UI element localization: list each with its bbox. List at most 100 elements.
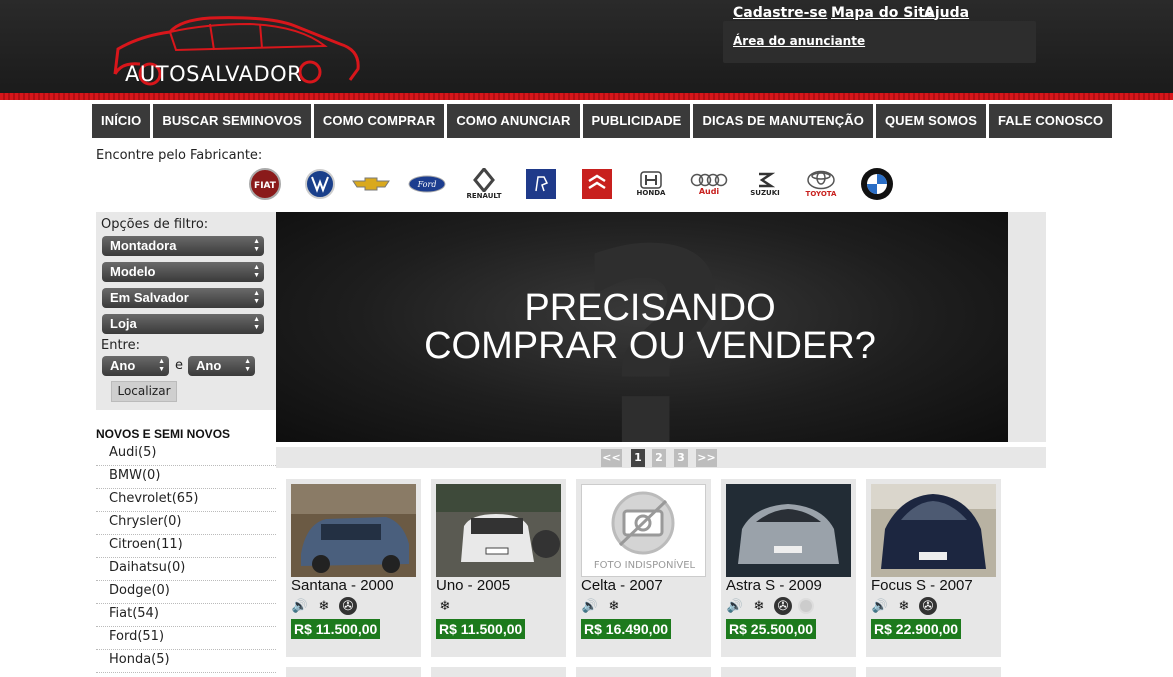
- car-photo-placeholder[interactable]: FOTO INDISPONÍVEL: [581, 484, 706, 577]
- brand-toyota-icon[interactable]: TOYOTA: [802, 166, 840, 202]
- brand-chevrolet-icon[interactable]: [352, 166, 390, 202]
- sitemap-link[interactable]: Mapa do Site: [831, 5, 934, 21]
- brand-fiat-label: FIAT: [254, 181, 277, 191]
- car-title[interactable]: Santana - 2000: [291, 577, 394, 594]
- steering-icon: ✇: [339, 597, 357, 615]
- logo-text[interactable]: AUTOSALVADOR: [125, 62, 302, 86]
- category-item[interactable]: Daihatsu(0): [96, 558, 276, 581]
- brands-label: Encontre pelo Fabricante:: [96, 148, 263, 163]
- brand-bmw-icon[interactable]: [858, 166, 896, 202]
- brand-fiat-icon[interactable]: FIAT: [246, 166, 284, 202]
- brand-ford-icon[interactable]: Ford: [408, 166, 446, 202]
- pager-prev-button[interactable]: <<: [601, 449, 622, 467]
- advertiser-box: Área do anunciante: [723, 21, 1036, 63]
- car-card[interactable]: Santana - 2000 🔊 ❄ ✇ R$ 11.500,00: [286, 479, 421, 657]
- pager-page-3[interactable]: 3: [674, 449, 688, 467]
- ac-icon: ❄: [439, 598, 451, 614]
- main-nav: INÍCIO BUSCAR SEMINOVOS COMO COMPRAR COM…: [92, 104, 1113, 138]
- car-title[interactable]: Uno - 2005: [436, 577, 510, 594]
- pager-page-2[interactable]: 2: [652, 449, 666, 467]
- store-select[interactable]: Loja ▲ ▼: [102, 314, 264, 334]
- car-photo[interactable]: [726, 484, 851, 577]
- car-photo[interactable]: [871, 484, 996, 577]
- category-item[interactable]: Chrysler(0): [96, 512, 276, 535]
- model-select-value: Modelo: [110, 264, 156, 279]
- car-card-next-row[interactable]: [721, 667, 856, 677]
- banner-line-2: COMPRAR OU VENDER?: [424, 325, 876, 367]
- register-link[interactable]: Cadastre-se: [733, 5, 827, 21]
- brand-vw-icon[interactable]: [301, 166, 339, 202]
- advertiser-area-link[interactable]: Área do anunciante: [733, 34, 865, 48]
- nav-como-anunciar[interactable]: COMO ANUNCIAR: [447, 104, 580, 138]
- search-button[interactable]: Localizar: [111, 381, 177, 402]
- ac-icon: ❄: [753, 598, 765, 614]
- category-item[interactable]: Chevrolet(65): [96, 489, 276, 512]
- sound-icon: 🔊: [871, 598, 889, 614]
- car-title[interactable]: Astra S - 2009: [726, 577, 822, 594]
- ac-icon: ❄: [318, 598, 330, 614]
- car-photo[interactable]: [436, 484, 561, 577]
- hero-banner[interactable]: ? PRECISANDO COMPRAR OU VENDER?: [276, 212, 1008, 442]
- steering-icon: ✇: [919, 597, 937, 615]
- car-price: R$ 11.500,00: [291, 619, 381, 639]
- category-item[interactable]: Fiat(54): [96, 604, 276, 627]
- nav-buscar-seminovos[interactable]: BUSCAR SEMINOVOS: [153, 104, 311, 138]
- year-to-value: Ano: [196, 358, 222, 373]
- nav-publicidade[interactable]: PUBLICIDADE: [582, 104, 691, 138]
- pager-next-button[interactable]: >>: [696, 449, 717, 467]
- brand-ford-label: Ford: [417, 180, 437, 189]
- category-item[interactable]: BMW(0): [96, 466, 276, 489]
- nav-quem-somos[interactable]: QUEM SOMOS: [875, 104, 986, 138]
- car-card[interactable]: Astra S - 2009 🔊 ❄ ✇ R$ 25.500,00: [721, 479, 856, 657]
- help-link[interactable]: Ajuda: [924, 5, 969, 21]
- city-select[interactable]: Em Salvador ▲ ▼: [102, 288, 264, 308]
- brand-renault-icon[interactable]: RENAULT: [465, 166, 503, 202]
- car-card-next-row[interactable]: [431, 667, 566, 677]
- select-arrows-icon: ▲ ▼: [253, 264, 260, 279]
- nav-fale-conosco[interactable]: FALE CONOSCO: [988, 104, 1113, 138]
- category-item[interactable]: Dodge(0): [96, 581, 276, 604]
- car-card-next-row[interactable]: [866, 667, 1001, 677]
- brand-citroen-icon[interactable]: [578, 166, 616, 202]
- car-price: R$ 16.490,00: [581, 619, 672, 639]
- year-from-select[interactable]: Ano ▲ ▼: [102, 356, 169, 376]
- make-select[interactable]: Montadora ▲ ▼: [102, 236, 264, 256]
- car-title[interactable]: Celta - 2007: [581, 577, 663, 594]
- brand-category-list: Audi(5) BMW(0) Chevrolet(65) Chrysler(0)…: [96, 443, 276, 673]
- nav-inicio[interactable]: INÍCIO: [92, 104, 151, 138]
- car-price: R$ 25.500,00: [726, 619, 817, 639]
- car-card[interactable]: Focus S - 2007 🔊 ❄ ✇ R$ 22.900,00: [866, 479, 1001, 657]
- brand-suzuki-icon[interactable]: SUZUKI: [746, 166, 784, 202]
- car-card[interactable]: Uno - 2005 ❄ R$ 11.500,00: [431, 479, 566, 657]
- brand-peugeot-icon[interactable]: [522, 166, 560, 202]
- and-label: e: [175, 358, 183, 373]
- sound-icon: 🔊: [581, 598, 599, 614]
- site-header: AUTOSALVADOR Cadastre-se Mapa do Site Aj…: [0, 0, 1173, 100]
- banner-line-1: PRECISANDO: [524, 287, 776, 329]
- header-stripe: [0, 93, 1173, 100]
- ac-icon: ❄: [608, 598, 620, 614]
- category-item[interactable]: Ford(51): [96, 627, 276, 650]
- car-card-next-row[interactable]: [576, 667, 711, 677]
- brand-honda-icon[interactable]: HONDA: [632, 166, 670, 202]
- car-price: R$ 11.500,00: [436, 619, 526, 639]
- pager-page-1[interactable]: 1: [631, 449, 645, 467]
- nav-dicas-manutencao[interactable]: DICAS DE MANUTENÇÃO: [693, 104, 873, 138]
- year-to-select[interactable]: Ano ▲ ▼: [188, 356, 255, 376]
- brand-renault-label: RENAULT: [466, 192, 502, 200]
- car-card-next-row[interactable]: [286, 667, 421, 677]
- car-title[interactable]: Focus S - 2007: [871, 577, 973, 594]
- category-item[interactable]: Citroen(11): [96, 535, 276, 558]
- select-arrows-icon: ▲ ▼: [253, 290, 260, 305]
- model-select[interactable]: Modelo ▲ ▼: [102, 262, 264, 282]
- car-photo[interactable]: [291, 484, 416, 577]
- store-select-value: Loja: [110, 316, 137, 331]
- nav-como-comprar[interactable]: COMO COMPRAR: [313, 104, 445, 138]
- category-item[interactable]: Audi(5): [96, 443, 276, 466]
- filter-title: Opções de filtro:: [101, 217, 209, 232]
- brand-audi-icon[interactable]: Audi: [690, 166, 728, 202]
- category-item[interactable]: Honda(5): [96, 650, 276, 673]
- car-card[interactable]: FOTO INDISPONÍVEL Celta - 2007 🔊 ❄ R$ 16…: [576, 479, 711, 657]
- brand-toyota-label: TOYOTA: [805, 190, 837, 198]
- filter-panel: Opções de filtro: Montadora ▲ ▼ Modelo ▲ ▼ E…: [96, 212, 276, 410]
